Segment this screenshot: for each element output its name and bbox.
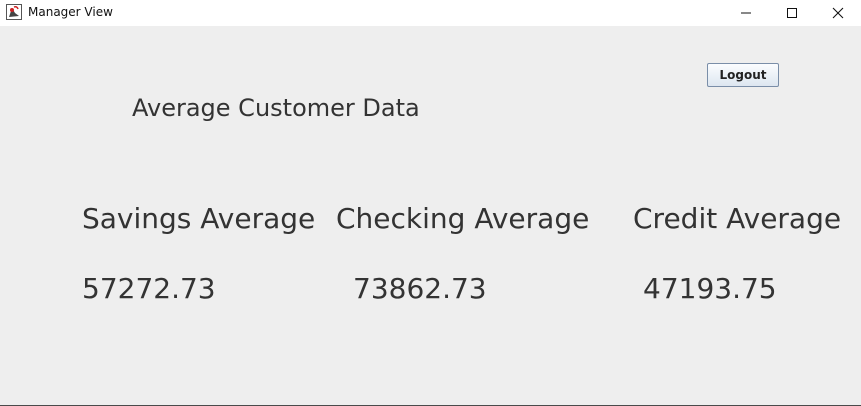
maximize-icon [786, 7, 798, 19]
credit-average-value: 47193.75 [643, 272, 777, 305]
minimize-button[interactable] [723, 0, 769, 26]
savings-average-label: Savings Average [82, 202, 316, 235]
title-bar[interactable]: Manager View [0, 0, 861, 26]
logout-label: Logout [719, 68, 767, 82]
content-panel: Logout Average Customer Data Savings Ave… [0, 26, 861, 405]
minimize-icon [740, 7, 752, 19]
logout-button[interactable]: Logout [707, 63, 779, 87]
maximize-button[interactable] [769, 0, 815, 26]
checking-average-label: Checking Average [336, 202, 590, 235]
close-icon [832, 7, 844, 19]
credit-average-label: Credit Average [633, 202, 842, 235]
window-title: Manager View [28, 5, 113, 19]
savings-average-value: 57272.73 [82, 272, 216, 305]
page-heading: Average Customer Data [132, 94, 420, 122]
checking-average-value: 73862.73 [353, 272, 487, 305]
java-duke-icon [6, 4, 22, 20]
close-button[interactable] [815, 0, 861, 26]
manager-view-window: Manager View Logout Average Customer Dat… [0, 0, 861, 406]
